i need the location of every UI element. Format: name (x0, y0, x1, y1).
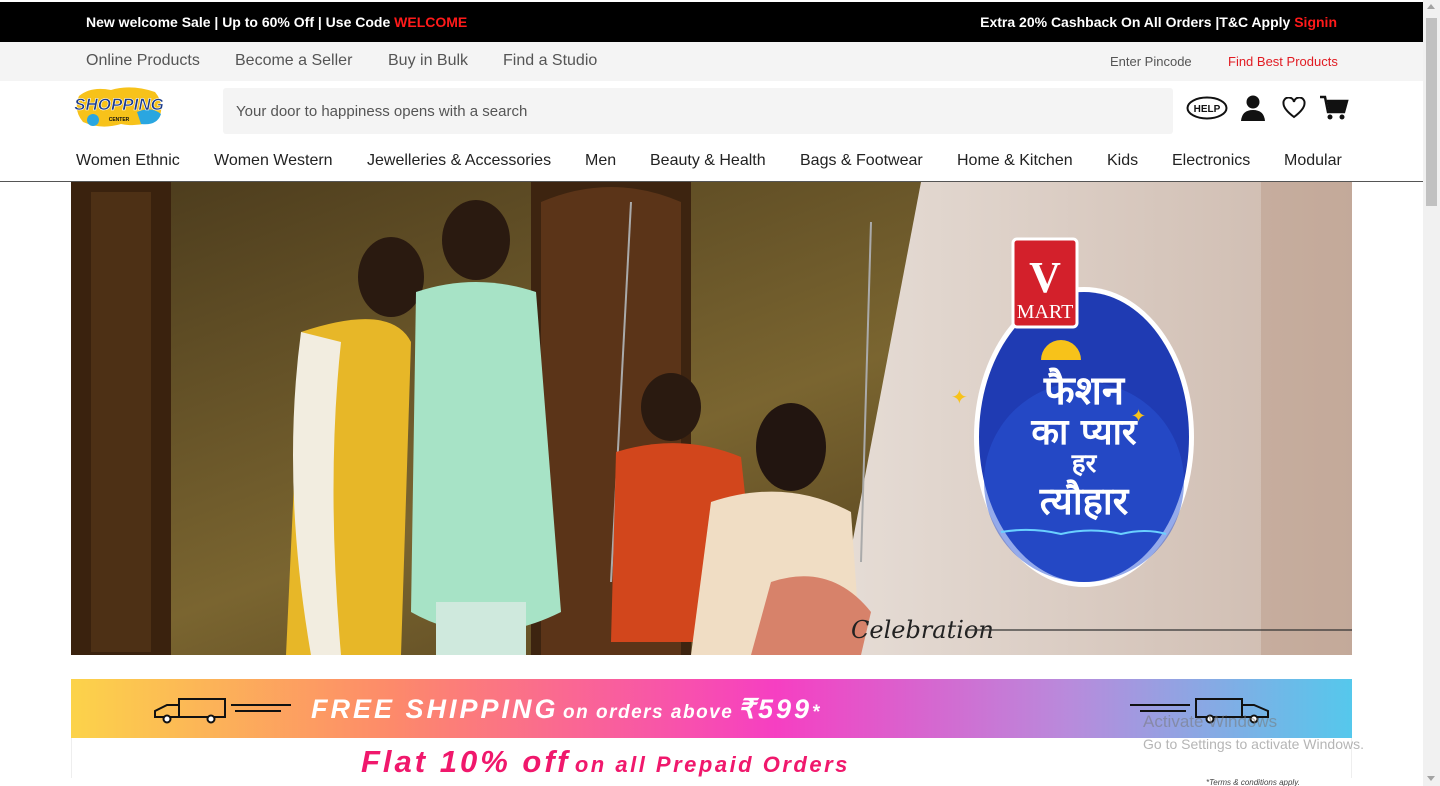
category-women-western[interactable]: Women Western (214, 152, 333, 170)
scroll-down-arrow-icon[interactable] (1427, 776, 1435, 781)
free-shipping-title: FREE SHIPPING (311, 694, 559, 724)
terms-note: *Terms & conditions apply. (1206, 778, 1300, 786)
category-jewelleries[interactable]: Jewelleries & Accessories (367, 152, 551, 170)
cart-icon (1320, 95, 1349, 120)
hindi-line-1: फैशन (1043, 367, 1126, 414)
hindi-line-3: हर (1071, 449, 1098, 479)
sub-nav-online-products[interactable]: Online Products (86, 52, 200, 70)
sub-nav-find-studio[interactable]: Find a Studio (503, 52, 597, 70)
category-electronics[interactable]: Electronics (1172, 152, 1250, 170)
search-box (223, 88, 1173, 134)
sub-nav: Online Products Become a Seller Buy in B… (0, 42, 1423, 81)
sub-nav-buy-in-bulk[interactable]: Buy in Bulk (388, 52, 468, 70)
hindi-line-4: त्यौहार (1039, 479, 1130, 523)
category-modular[interactable]: Modular (1284, 152, 1342, 170)
promo-left: New welcome Sale | Up to 60% Off | Use C… (86, 14, 467, 30)
category-bags-footwear[interactable]: Bags & Footwear (800, 152, 923, 170)
os-activation-watermark: Activate Windows Go to Settings to activ… (1143, 711, 1364, 755)
help-icon: HELP (1186, 96, 1228, 120)
free-shipping-text: FREE SHIPPING on orders above ₹599* (311, 694, 821, 725)
promo-right: Extra 20% Cashback On All Orders |T&C Ap… (980, 14, 1337, 30)
shipping-threshold: ₹599 (737, 694, 813, 724)
account-button[interactable] (1239, 92, 1267, 124)
prepaid-offer-text: Flat 10% off on all Prepaid Orders (361, 744, 850, 780)
truck-icon (154, 698, 291, 724)
site-logo[interactable]: SHOPPING CENTER (71, 82, 167, 134)
promo-bar: New welcome Sale | Up to 60% Off | Use C… (0, 2, 1423, 42)
shipping-asterisk: * (812, 702, 821, 723)
heart-icon (1282, 97, 1306, 119)
cart-button[interactable] (1318, 92, 1350, 124)
category-beauty-health[interactable]: Beauty & Health (650, 152, 766, 170)
sub-nav-become-seller[interactable]: Become a Seller (235, 52, 352, 70)
promo-right-text: Extra 20% Cashback On All Orders |T&C Ap… (980, 14, 1295, 30)
logo-sub: CENTER (109, 117, 130, 123)
category-nav: Women Ethnic Women Western Jewelleries &… (0, 140, 1423, 182)
search-input[interactable] (223, 88, 1173, 134)
help-button[interactable]: HELP (1186, 92, 1228, 124)
find-best-products-link[interactable]: Find Best Products (1228, 54, 1338, 69)
star-icon: ✦ (1131, 406, 1146, 427)
promo-code: WELCOME (394, 14, 468, 30)
vmart-v: V (1029, 253, 1061, 302)
on-orders-above: on orders above (563, 702, 734, 723)
category-home-kitchen[interactable]: Home & Kitchen (957, 152, 1073, 170)
watermark-line-2: Go to Settings to activate Windows. (1143, 736, 1364, 752)
enter-pincode-link[interactable]: Enter Pincode (1110, 54, 1192, 69)
promo-left-text: New welcome Sale | Up to 60% Off | Use C… (86, 14, 395, 30)
logo-text: SHOPPING (74, 95, 164, 114)
vmart-mart: MART (1017, 301, 1074, 323)
prepaid-subtitle: on all Prepaid Orders (574, 752, 850, 777)
page-scrollbar[interactable] (1423, 0, 1440, 786)
watermark-line-1: Activate Windows (1143, 712, 1278, 731)
hero-banner-image: V MART फैशन का प्यार हर त्यौहार ✦ ✦ Cele… (71, 182, 1352, 655)
scroll-up-arrow-icon[interactable] (1427, 4, 1435, 9)
category-kids[interactable]: Kids (1107, 152, 1138, 170)
category-men[interactable]: Men (585, 152, 616, 170)
hero-banner[interactable]: V MART फैशन का प्यार हर त्यौहार ✦ ✦ Cele… (71, 182, 1352, 655)
category-women-ethnic[interactable]: Women Ethnic (76, 152, 180, 170)
signin-link[interactable]: Signin (1294, 14, 1337, 30)
help-label: HELP (1194, 104, 1221, 115)
wishlist-button[interactable] (1281, 92, 1307, 124)
scrollbar-thumb[interactable] (1426, 18, 1437, 206)
hindi-line-2: का प्यार (1030, 412, 1138, 453)
star-icon: ✦ (951, 385, 968, 409)
user-icon (1241, 95, 1265, 121)
flat-off-title: Flat 10% off (361, 744, 571, 779)
page: New welcome Sale | Up to 60% Off | Use C… (0, 0, 1423, 786)
